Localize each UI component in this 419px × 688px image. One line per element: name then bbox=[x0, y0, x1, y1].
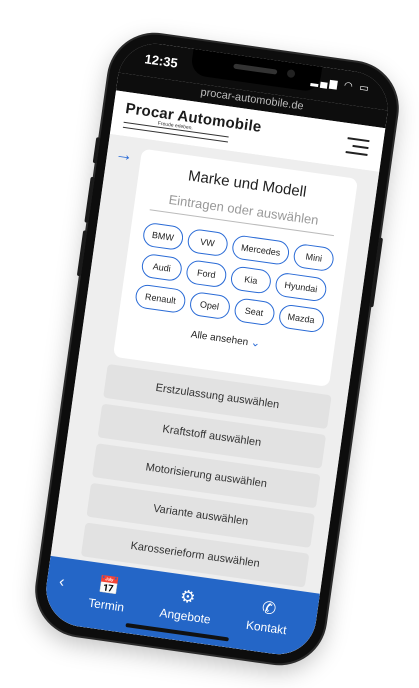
home-indicator[interactable] bbox=[125, 622, 229, 642]
volume-up-button bbox=[84, 176, 95, 223]
brand-chip-hyundai[interactable]: Hyundai bbox=[273, 271, 328, 303]
nav-kontakt-label: Kontakt bbox=[245, 617, 288, 638]
volume-down-button bbox=[76, 230, 88, 277]
speaker bbox=[233, 63, 278, 75]
wifi-battery-icon: ▂▄▆ ◠ ▭ bbox=[310, 75, 372, 95]
hamburger-menu-icon[interactable] bbox=[345, 137, 370, 157]
mute-switch bbox=[92, 137, 101, 164]
model-picker-card: Marke und Modell Eintragen oder auswähle… bbox=[112, 148, 359, 387]
phone-device: 12:35 ▂▄▆ ◠ ▭ procar-automobile.de Proca… bbox=[31, 28, 403, 670]
brand-chip-kia[interactable]: Kia bbox=[229, 265, 273, 295]
brand-chip-mini[interactable]: Mini bbox=[292, 242, 336, 273]
arrow-right-icon[interactable]: → bbox=[114, 143, 135, 166]
brand-chip-mazda[interactable]: Mazda bbox=[277, 303, 326, 334]
show-all-label: Alle ansehen bbox=[190, 329, 249, 349]
brand-chip-audi[interactable]: Audi bbox=[140, 252, 184, 283]
phone-icon: ✆ bbox=[260, 597, 278, 619]
chevron-down-icon: ⌄ bbox=[250, 336, 261, 350]
brand-chip-seat[interactable]: Seat bbox=[232, 297, 276, 327]
nav-termin[interactable]: 📅 Termin bbox=[87, 574, 128, 615]
brand-chip-ford[interactable]: Ford bbox=[184, 259, 228, 289]
camera bbox=[286, 69, 296, 79]
brand-list: BMW VW Mercedes Mini Audi Ford Kia Hyund… bbox=[128, 221, 340, 334]
brand-chip-renault[interactable]: Renault bbox=[134, 283, 187, 314]
status-time: 12:35 bbox=[143, 51, 179, 71]
calendar-icon: 📅 bbox=[97, 574, 121, 597]
chevron-left-icon[interactable]: ‹ bbox=[58, 573, 66, 592]
phone-screen: 12:35 ▂▄▆ ◠ ▭ procar-automobile.de Proca… bbox=[41, 38, 393, 660]
power-button bbox=[369, 237, 384, 308]
brand-chip-opel[interactable]: Opel bbox=[188, 290, 231, 321]
brand-chip-bmw[interactable]: BMW bbox=[141, 221, 185, 252]
nav-kontakt[interactable]: ✆ Kontakt bbox=[245, 596, 290, 637]
brand-chip-mercedes[interactable]: Mercedes bbox=[230, 234, 291, 267]
nav-termin-label: Termin bbox=[87, 595, 126, 615]
nav-angebote[interactable]: ⚙ Angebote bbox=[159, 584, 215, 626]
brand-chip-vw[interactable]: VW bbox=[185, 227, 229, 258]
